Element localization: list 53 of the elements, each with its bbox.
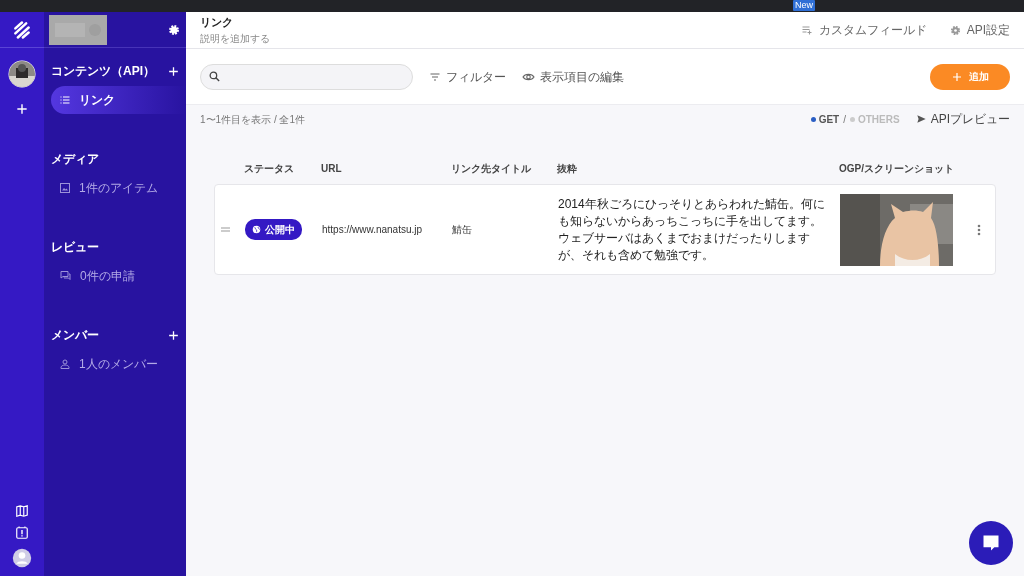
section-title: メディア xyxy=(51,151,99,168)
status-dot xyxy=(810,116,816,122)
api-preview-button[interactable]: APIプレビュー xyxy=(915,110,1010,128)
page-title: リンク xyxy=(200,15,234,31)
search-field[interactable] xyxy=(200,63,413,90)
chat-button[interactable] xyxy=(969,521,1013,565)
add-list-icon xyxy=(800,24,814,36)
section-title: レビュー xyxy=(51,239,99,256)
column-header: リンク先タイトル xyxy=(451,162,532,176)
table-cell-text: https://www.nanatsu.jp xyxy=(322,223,424,237)
person-icon xyxy=(59,358,71,370)
section-title: メンバー xyxy=(51,327,99,344)
plus-icon[interactable] xyxy=(167,328,180,342)
plus-icon xyxy=(951,70,963,83)
column-header: ステータス xyxy=(244,162,295,176)
chat-bubble-icon xyxy=(981,533,1001,553)
image-icon xyxy=(59,182,71,194)
list-icon xyxy=(59,94,71,106)
globe-icon xyxy=(252,225,261,234)
chat-icon xyxy=(59,270,72,282)
status-badge: 公開中 xyxy=(245,219,302,240)
search-icon xyxy=(208,70,221,83)
sidebar-item[interactable]: 1人のメンバー xyxy=(51,350,186,378)
column-header: OGP/スクリーンショット xyxy=(839,162,955,176)
column-header: URL xyxy=(321,162,343,176)
add-description-link[interactable]: 説明を追加する xyxy=(200,30,270,46)
filter-icon xyxy=(429,70,441,83)
header-action-button[interactable]: カスタムフィールド xyxy=(800,21,927,39)
settings-icon xyxy=(948,23,962,37)
more-icon[interactable] xyxy=(977,223,981,236)
column-header: 抜粋 xyxy=(557,162,578,176)
map-icon[interactable] xyxy=(15,504,29,518)
section-title: コンテンツ（API） xyxy=(51,63,155,80)
send-icon xyxy=(915,114,927,124)
separator: / xyxy=(843,112,846,127)
header-action-button[interactable]: API設定 xyxy=(948,21,1010,39)
filter-button[interactable]: フィルター xyxy=(429,67,506,86)
alert-icon[interactable] xyxy=(15,526,29,540)
plus-icon[interactable] xyxy=(15,102,29,116)
account-icon[interactable] xyxy=(12,548,32,568)
logo-icon[interactable] xyxy=(12,19,32,40)
sidebar-item[interactable]: 0件の申請 xyxy=(51,262,186,290)
plus-icon[interactable] xyxy=(167,64,180,78)
table-cell-text: 鯖缶 xyxy=(452,223,473,237)
settings-icon[interactable] xyxy=(167,22,181,37)
edit-columns-button[interactable]: 表示項目の編集 xyxy=(522,67,624,86)
drag-handle-icon[interactable] xyxy=(221,227,230,232)
method-toggle[interactable]: GET xyxy=(810,111,840,127)
new-badge: New xyxy=(793,0,815,11)
sidebar-item[interactable]: 1件のアイテム xyxy=(51,174,186,202)
table-cell-text: 2014年秋ごろにひっそりとあらわれた鯖缶。何にも知らないからあっちこっちに手を出してます。ウェブサーバはあくまでおまけだったりしますが、それも含めて勉強です。 xyxy=(558,195,826,264)
status-dot xyxy=(850,116,855,122)
record-count: 1〜1件目を表示 / 全1件 xyxy=(200,112,306,127)
